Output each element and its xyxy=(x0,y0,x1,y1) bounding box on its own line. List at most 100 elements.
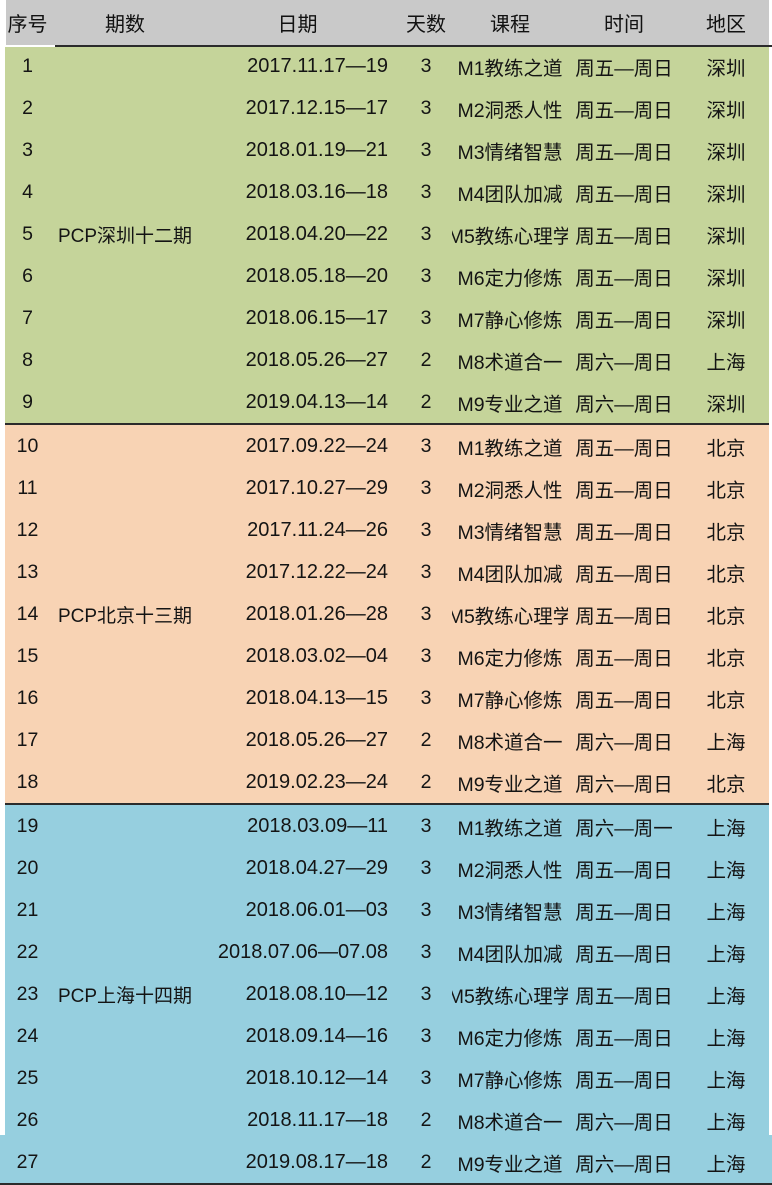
cell-date: 2019.04.13—14 xyxy=(195,381,400,424)
cell-days: 3 xyxy=(400,931,452,973)
cell-days: 3 xyxy=(400,255,452,297)
cell-date: 2018.01.19—21 xyxy=(195,129,400,171)
cell-days: 3 xyxy=(400,213,452,255)
cell-index: 18 xyxy=(0,761,55,804)
cell-date: 2017.11.24—26 xyxy=(195,509,400,551)
cell-date: 2018.05.26—27 xyxy=(195,719,400,761)
course-text: M5教练心理学 xyxy=(452,605,568,628)
table-header-row: 序号 期数 日期 天数 课程 时间 地区 xyxy=(0,0,772,45)
cell-term xyxy=(55,847,195,889)
cell-time: 周五—周日 xyxy=(568,1057,680,1099)
table-row: 10 2017.09.22—24 3 M1教练之道 周五—周日 北京 xyxy=(0,423,772,467)
cell-index: 4 xyxy=(0,171,55,213)
table-row: 20 2018.04.27—29 3 M2洞悉人性 周五—周日 上海 xyxy=(0,847,772,889)
course-text: M4团队加减 xyxy=(457,563,563,586)
course-clip: M5教练心理学 xyxy=(452,980,568,1009)
cell-index: 7 xyxy=(0,297,55,339)
table-row: 22 2018.07.06—07.08 3 M4团队加减 周五—周日 上海 xyxy=(0,931,772,973)
cell-time: 周六—周日 xyxy=(568,719,680,761)
cell-date: 2018.03.09—11 xyxy=(195,803,400,847)
cell-course: M4团队加减 xyxy=(452,551,568,593)
table-row: 7 2018.06.15—17 3 M7静心修炼 周五—周日 深圳 xyxy=(0,297,772,339)
cell-index: 3 xyxy=(0,129,55,171)
course-text: M3情绪智慧 xyxy=(457,901,563,924)
cell-date: 2018.04.27—29 xyxy=(195,847,400,889)
cell-course: M2洞悉人性 xyxy=(452,87,568,129)
cell-area: 上海 xyxy=(680,719,772,761)
cell-index: 12 xyxy=(0,509,55,551)
course-text: M1教练之道 xyxy=(457,57,563,80)
course-text: M9专业之道 xyxy=(457,393,563,416)
header-rule-gap xyxy=(0,45,55,47)
table-header: 序号 期数 日期 天数 课程 时间 地区 xyxy=(0,0,772,45)
cell-index: 1 xyxy=(0,45,55,87)
cell-days: 3 xyxy=(400,973,452,1015)
cell-area: 深圳 xyxy=(680,171,772,213)
table-row: 17 2018.05.26—27 2 M8术道合一 周六—周日 上海 xyxy=(0,719,772,761)
cell-term xyxy=(55,1057,195,1099)
cell-term xyxy=(55,129,195,171)
cell-term xyxy=(55,297,195,339)
course-clip: M3情绪智慧 xyxy=(452,896,568,925)
course-clip: M9专业之道 xyxy=(452,1148,568,1177)
cell-date: 2018.03.16—18 xyxy=(195,171,400,213)
cell-term xyxy=(55,889,195,931)
cell-date: 2018.06.15—17 xyxy=(195,297,400,339)
course-clip: M7静心修炼 xyxy=(452,304,568,333)
cell-course: M7静心修炼 xyxy=(452,677,568,719)
course-clip: M6定力修炼 xyxy=(452,1022,568,1051)
cell-days: 2 xyxy=(400,381,452,424)
cell-time: 周五—周日 xyxy=(568,593,680,635)
course-clip: M8术道合一 xyxy=(452,346,568,375)
course-clip: M7静心修炼 xyxy=(452,1064,568,1093)
cell-area: 北京 xyxy=(680,467,772,509)
cell-course: M2洞悉人性 xyxy=(452,847,568,889)
cell-course: M9专业之道 xyxy=(452,381,568,424)
cell-time: 周六—周日 xyxy=(568,1141,680,1185)
cell-time: 周五—周日 xyxy=(568,889,680,931)
cell-days: 3 xyxy=(400,45,452,87)
cell-course: M1教练之道 xyxy=(452,45,568,87)
table-row: 6 2018.05.18—20 3 M6定力修炼 周五—周日 深圳 xyxy=(0,255,772,297)
cell-area: 深圳 xyxy=(680,45,772,87)
cell-days: 3 xyxy=(400,635,452,677)
cell-time: 周五—周日 xyxy=(568,551,680,593)
course-clip: M9专业之道 xyxy=(452,388,568,417)
cell-area: 上海 xyxy=(680,931,772,973)
cell-course: M5教练心理学 xyxy=(452,213,568,255)
cell-days: 3 xyxy=(400,803,452,847)
cell-index: 20 xyxy=(0,847,55,889)
cell-date: 2019.02.23—24 xyxy=(195,761,400,804)
cell-area: 深圳 xyxy=(680,87,772,129)
cell-term xyxy=(55,677,195,719)
cell-term xyxy=(55,803,195,847)
course-clip: M2洞悉人性 xyxy=(452,854,568,883)
cell-index: 10 xyxy=(0,423,55,467)
course-text: M7静心修炼 xyxy=(457,689,563,712)
cell-area: 上海 xyxy=(680,1141,772,1185)
cell-date: 2018.04.20—22 xyxy=(195,213,400,255)
cell-date: 2017.09.22—24 xyxy=(195,423,400,467)
cell-course: M5教练心理学 xyxy=(452,973,568,1015)
cell-index: 19 xyxy=(0,803,55,847)
cell-date: 2018.07.06—07.08 xyxy=(195,931,400,973)
column-header-index: 序号 xyxy=(0,0,55,45)
cell-area: 深圳 xyxy=(680,381,772,424)
cell-date: 2017.10.27—29 xyxy=(195,467,400,509)
cell-course: M9专业之道 xyxy=(452,761,568,804)
cell-term xyxy=(55,339,195,381)
cell-area: 深圳 xyxy=(680,255,772,297)
cell-term xyxy=(55,381,195,424)
cell-days: 2 xyxy=(400,761,452,804)
cell-area: 上海 xyxy=(680,803,772,847)
cell-index: 15 xyxy=(0,635,55,677)
cell-time: 周五—周日 xyxy=(568,171,680,213)
course-text: M7静心修炼 xyxy=(457,309,563,332)
cell-date: 2018.01.26—28 xyxy=(195,593,400,635)
cell-index: 14 xyxy=(0,593,55,635)
cell-date: 2018.06.01—03 xyxy=(195,889,400,931)
table-row: 11 2017.10.27—29 3 M2洞悉人性 周五—周日 北京 xyxy=(0,467,772,509)
cell-days: 3 xyxy=(400,129,452,171)
course-text: M4团队加减 xyxy=(457,943,563,966)
table-row: 16 2018.04.13—15 3 M7静心修炼 周五—周日 北京 xyxy=(0,677,772,719)
